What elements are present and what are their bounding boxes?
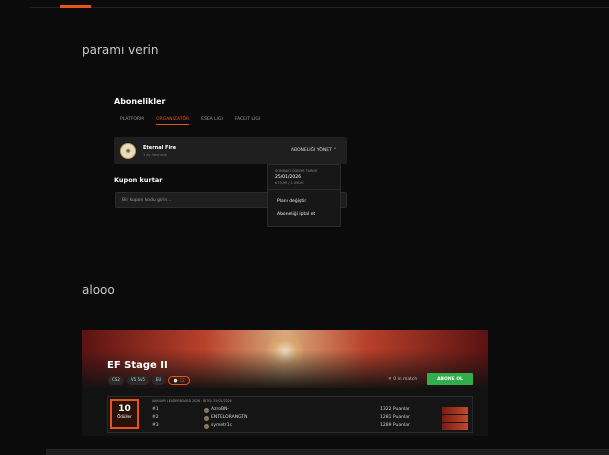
rewards-count: 10 [118, 404, 131, 414]
subscription-meta: 1 ay Abonelik [143, 153, 167, 157]
player-avatar [204, 416, 209, 421]
manage-subscription-button[interactable]: ABONELIĞI YÖNET ⌃ [291, 148, 337, 153]
rewards-label: Ödüller [117, 414, 132, 419]
player-name: ENTELORANGTN [211, 415, 248, 420]
leaderboard-header: JANUARY LEADERBOARD 2026 · BITIŞ: 25/01/… [152, 399, 232, 403]
player-name: AzroBN- [211, 407, 230, 412]
rewards-box[interactable]: 10 Ödüller [110, 399, 139, 429]
player-points: 1289 Puanlar [380, 423, 410, 428]
in-match-count: ✕ 0 in match [388, 377, 418, 382]
event-tags: CS2 V5 5v5 EU ⌚ 12 [108, 376, 190, 385]
event-screenshot: EF Stage II CS2 V5 5v5 EU ⌚ 12 ✕ 0 in ma… [82, 330, 488, 436]
leaderboard-row[interactable]: #2 ENTELORANGTN 1281 Puanlar [152, 415, 472, 422]
tag-format: V5 5v5 [126, 376, 149, 385]
rank-position: #1 [152, 407, 159, 412]
player-name: symetr1c [211, 423, 233, 428]
rank-position: #3 [152, 423, 159, 428]
reward-thumbnail [442, 415, 468, 422]
player-points: 1281 Puanlar [380, 415, 410, 420]
player-avatar [204, 424, 209, 429]
reward-thumbnail [442, 407, 468, 414]
tag-region: EU [151, 376, 166, 385]
manage-dropdown: SONRAKI ÖDEME TARIHI 25/01/2026 ₺79,99 /… [267, 164, 341, 227]
bottom-input-bar[interactable] [46, 449, 609, 455]
tab-organizer[interactable]: ORGANIZATÖR [155, 117, 190, 125]
organizer-name: Eternal Fire [143, 145, 177, 151]
tab-esea-league[interactable]: ESEA LIGI [201, 117, 223, 125]
cancel-subscription-item[interactable]: Aboneliği iptal et [277, 212, 315, 217]
rank-position: #2 [152, 415, 159, 420]
leaderboard-row[interactable]: #1 AzroBN- 1322 Puanlar [152, 407, 472, 414]
dropdown-divider [268, 189, 340, 190]
next-payment-label: SONRAKI ÖDEME TARIHI [275, 169, 318, 173]
reward-thumbnail [442, 423, 468, 430]
plan-price: ₺79,99 / 1 AYLIK [275, 181, 304, 185]
change-plan-item[interactable]: Planı değiştir [277, 199, 306, 204]
tab-faceit-league[interactable]: FACEIT LIGI [235, 117, 260, 125]
tag-game: CS2 [108, 376, 124, 385]
leaderboard-row[interactable]: #3 symetr1c 1289 Puanlar [152, 423, 472, 430]
event-title: EF Stage II [107, 360, 168, 371]
active-tab-indicator [60, 5, 91, 8]
top-divider [30, 7, 609, 8]
player-points: 1322 Puanlar [380, 407, 410, 412]
subscriptions-screenshot: Abonelikler PLATFORM ORGANIZATÖR ESEA LI… [114, 95, 350, 230]
leaderboard: 10 Ödüller JANUARY LEADERBOARD 2026 · BI… [107, 396, 473, 433]
subscription-card: ✺ Eternal Fire 1 ay Abonelik ABONELIĞI Y… [114, 137, 347, 164]
organizer-logo-icon: ✺ [120, 143, 136, 159]
subscriptions-tabs: PLATFORM ORGANIZATÖR ESEA LIGI FACEIT LI… [120, 117, 260, 125]
tab-platform[interactable]: PLATFORM [120, 117, 144, 125]
post-text-second: alooo [82, 283, 115, 297]
subscriptions-title: Abonelikler [114, 97, 166, 106]
subscribe-button[interactable]: ABONE OL [427, 373, 473, 385]
player-avatar [204, 408, 209, 413]
coupon-title: Kupon kurtar [114, 176, 163, 184]
tag-level: ⌚ 12 [168, 376, 190, 385]
next-payment-date: 25/01/2026 [275, 175, 301, 180]
post-text-first: paramı verin [82, 43, 159, 57]
